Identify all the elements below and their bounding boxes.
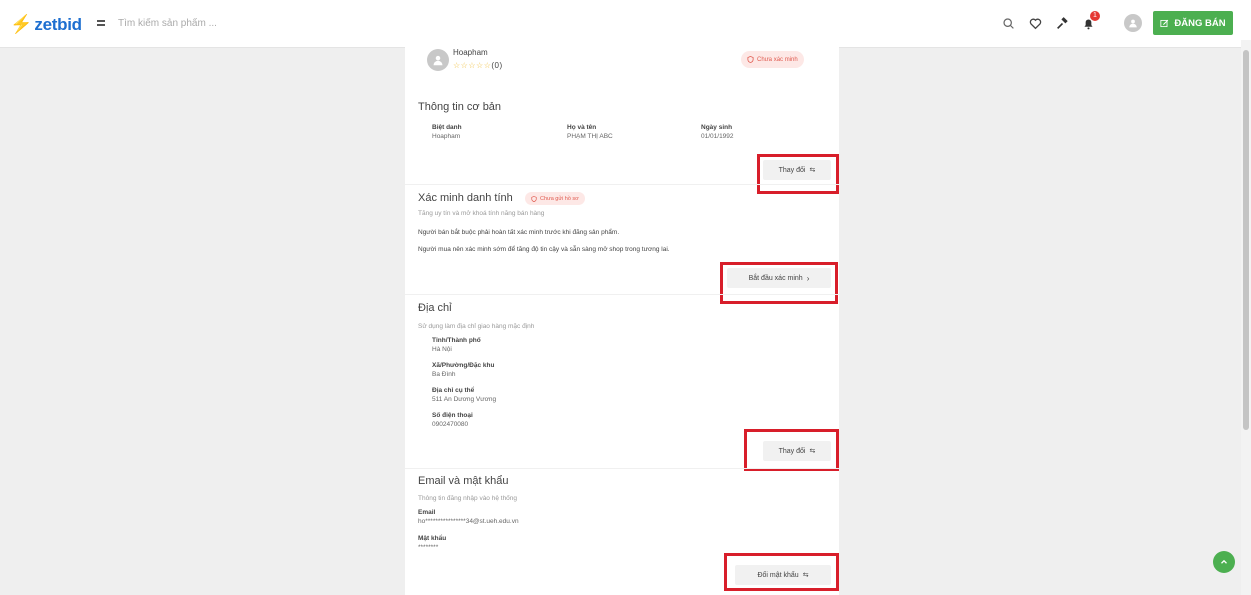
field-label: Số điện thoại xyxy=(432,412,473,419)
hammer-icon[interactable] xyxy=(1053,14,1071,32)
identity-subtitle: Tăng uy tín và mở khoá tính năng bán hàn… xyxy=(418,210,545,217)
rating-stars: ☆☆☆☆☆(0) xyxy=(453,61,503,70)
scroll-to-top-button[interactable] xyxy=(1213,551,1235,573)
profile-card: Hoapham ☆☆☆☆☆(0) Chưa xác minh Thông tin… xyxy=(405,40,839,595)
edit-icon xyxy=(1160,19,1169,27)
arrow-up-icon xyxy=(1221,559,1227,564)
zetbid-logo[interactable]: ⚡ zetbid xyxy=(10,14,82,35)
identity-title: Xác minh danh tính xyxy=(418,192,513,204)
field-value: 511 An Dương Vương xyxy=(432,396,497,403)
scrollbar-thumb[interactable] xyxy=(1243,50,1249,430)
star-icons: ☆☆☆☆☆ xyxy=(453,61,492,70)
field-value: 0902470080 xyxy=(432,421,469,428)
sell-button-label: ĐĂNG BÁN xyxy=(1174,17,1226,29)
field-fullname: Họ và tên PHẠM THỊ ABC xyxy=(567,124,613,140)
field-label: Ngày sinh xyxy=(701,124,733,131)
field-email: Email ho****************34@st.ueh.edu.vn xyxy=(418,509,519,525)
notification-badge: 1 xyxy=(1090,11,1100,21)
field-value: 01/01/1992 xyxy=(701,133,734,140)
verification-status-label: Chưa xác minh xyxy=(757,56,798,63)
field-street: Địa chỉ cụ thể 511 An Dương Vương xyxy=(432,387,496,403)
field-value: PHẠM THỊ ABC xyxy=(567,133,613,140)
address-subtitle: Sử dụng làm địa chỉ giao hàng mặc định xyxy=(418,323,535,330)
field-label: Biệt danh xyxy=(432,124,462,131)
highlight-box xyxy=(724,553,839,591)
user-icon xyxy=(433,55,443,66)
search-icon[interactable] xyxy=(999,14,1017,32)
logo-text: zetbid xyxy=(34,14,82,34)
field-value: Hoapham xyxy=(432,133,461,140)
field-label: Xã/Phường/Đặc khu xyxy=(432,362,495,369)
review-count: (0) xyxy=(491,61,503,70)
menu-icon[interactable] xyxy=(93,15,109,31)
page-scrollbar[interactable] xyxy=(1241,40,1251,595)
field-birthday: Ngày sinh 01/01/1992 xyxy=(701,124,734,140)
field-city: Tỉnh/Thành phố Hà Nội xyxy=(432,337,481,353)
field-label: Mật khẩu xyxy=(418,535,447,542)
field-label: Email xyxy=(418,509,436,516)
shield-icon xyxy=(747,56,754,63)
heart-icon[interactable] xyxy=(1026,14,1044,32)
verification-status-badge: Chưa xác minh xyxy=(741,51,804,68)
field-value: Hà Nội xyxy=(432,346,452,353)
search-input[interactable] xyxy=(115,12,1025,34)
sell-button[interactable]: ĐĂNG BÁN xyxy=(1153,11,1233,35)
address-title: Địa chỉ xyxy=(418,302,452,314)
highlight-box xyxy=(744,429,839,471)
field-value: ******** xyxy=(418,544,439,551)
field-phone: Số điện thoại 0902470080 xyxy=(432,412,473,428)
field-nickname: Biệt danh Hoapham xyxy=(432,124,462,140)
shield-icon xyxy=(531,195,537,202)
bell-icon[interactable]: 1 xyxy=(1079,11,1100,32)
field-label: Địa chỉ cụ thể xyxy=(432,387,475,394)
field-value: Ba Đình xyxy=(432,371,456,378)
profile-avatar xyxy=(427,49,449,71)
account-subtitle: Thông tin đăng nhập vào hệ thống xyxy=(418,495,518,502)
identity-status-label: Chưa gửi hồ sơ xyxy=(540,195,579,202)
user-avatar[interactable] xyxy=(1124,14,1142,32)
profile-name: Hoapham xyxy=(453,48,488,57)
field-password: Mật khẩu ******** xyxy=(418,535,446,551)
identity-note-seller: Người bán bắt buộc phải hoàn tất xác min… xyxy=(418,229,620,236)
basic-info-title: Thông tin cơ bản xyxy=(418,101,502,113)
identity-status-badge: Chưa gửi hồ sơ xyxy=(525,192,585,205)
field-label: Tỉnh/Thành phố xyxy=(432,337,481,344)
user-icon xyxy=(1129,19,1137,28)
field-value: ho****************34@st.ueh.edu.vn xyxy=(418,518,519,525)
account-title: Email và mật khẩu xyxy=(418,475,509,487)
logo-bolt-icon: ⚡ xyxy=(10,14,33,34)
field-ward: Xã/Phường/Đặc khu Ba Đình xyxy=(432,362,494,378)
identity-note-buyer: Người mua nên xác minh sớm để tăng độ ti… xyxy=(418,246,670,253)
field-label: Họ và tên xyxy=(567,124,597,131)
